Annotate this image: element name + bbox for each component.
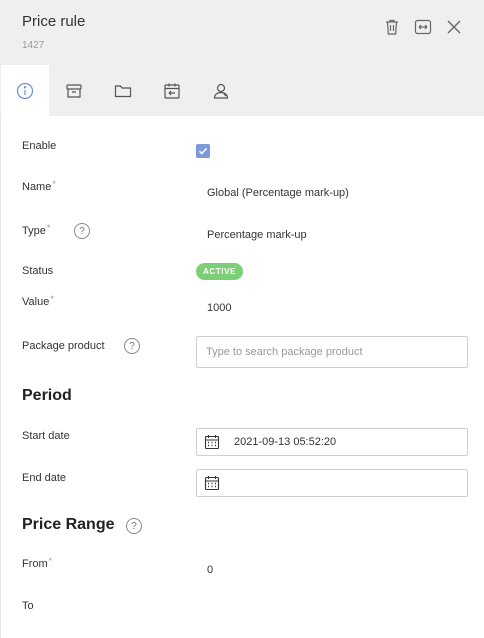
- period-heading: Period: [22, 387, 72, 404]
- calendar-icon: [204, 476, 220, 491]
- required-mark: *: [48, 556, 53, 566]
- tab-schedule[interactable]: [148, 65, 196, 116]
- folder-icon: [114, 84, 132, 97]
- close-button[interactable]: [443, 16, 465, 38]
- name-value[interactable]: Global (Percentage mark-up): [207, 187, 349, 199]
- start-date-field[interactable]: 2021-09-13 05:52:20: [196, 428, 468, 456]
- to-label: To: [22, 600, 34, 612]
- tab-package[interactable]: [50, 65, 98, 116]
- value-label: Value*: [22, 294, 54, 308]
- expand-button[interactable]: [412, 16, 434, 38]
- start-date-value: 2021-09-13 05:52:20: [234, 436, 337, 448]
- end-date-label: End date: [22, 472, 67, 484]
- record-id: 1427: [22, 40, 45, 51]
- value-value[interactable]: 1000: [207, 302, 231, 314]
- price-range-heading: Price Range: [22, 516, 115, 533]
- user-icon: [213, 83, 229, 99]
- info-icon: [16, 82, 34, 99]
- enable-label: Enable: [22, 140, 57, 152]
- type-label: Type*: [22, 223, 51, 237]
- required-mark: *: [46, 223, 51, 233]
- close-icon: [447, 20, 461, 34]
- start-date-label: Start date: [22, 430, 70, 442]
- package-product-label: Package product: [22, 340, 105, 352]
- panel-header: Price rule 1427: [0, 0, 484, 65]
- delete-button[interactable]: [381, 16, 403, 38]
- package-help-icon[interactable]: ?: [124, 338, 140, 354]
- required-mark: *: [50, 294, 54, 304]
- price-range-help-icon[interactable]: ?: [126, 518, 142, 534]
- expand-horizontal-icon: [414, 19, 432, 35]
- required-mark: *: [52, 179, 56, 189]
- calendar-icon: [204, 435, 220, 450]
- name-label: Name*: [22, 179, 56, 193]
- enable-checkbox[interactable]: [196, 144, 210, 158]
- tab-users[interactable]: [197, 65, 245, 116]
- end-date-field[interactable]: [196, 469, 468, 497]
- type-help-icon[interactable]: ?: [74, 223, 90, 239]
- tab-info[interactable]: [1, 65, 49, 116]
- status-badge: ACTIVE: [196, 263, 243, 280]
- status-label: Status: [22, 265, 54, 277]
- checkmark-icon: [198, 147, 208, 155]
- package-product-search-input[interactable]: [196, 336, 468, 368]
- type-value[interactable]: Percentage mark-up: [207, 229, 307, 241]
- trash-icon: [386, 19, 398, 35]
- calendar-arrow-icon: [164, 83, 180, 99]
- tab-folder[interactable]: [99, 65, 147, 116]
- tab-bar: [0, 65, 484, 116]
- from-value[interactable]: 0: [207, 564, 213, 576]
- box-icon: [66, 83, 82, 98]
- from-label: From*: [22, 556, 53, 570]
- page-title: Price rule: [22, 13, 86, 30]
